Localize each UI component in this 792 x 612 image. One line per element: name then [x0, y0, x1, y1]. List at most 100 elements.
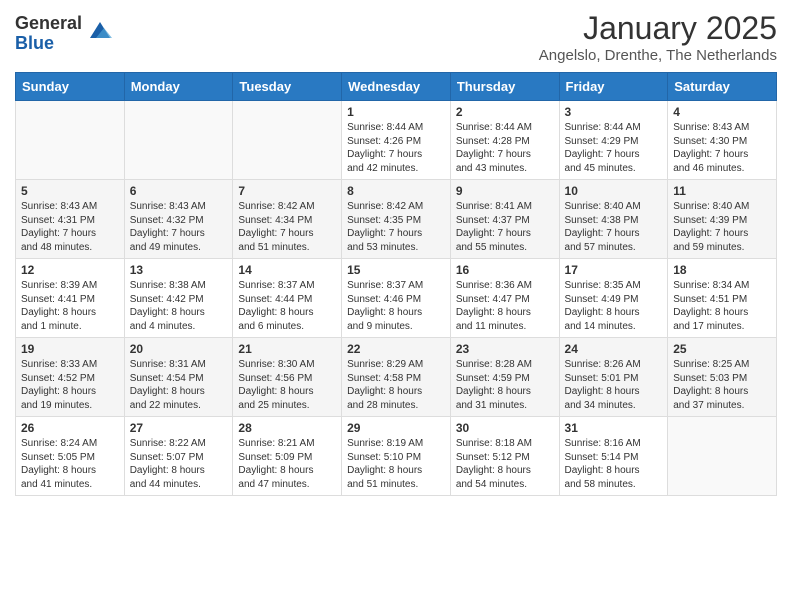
- calendar-cell: 24Sunrise: 8:26 AMSunset: 5:01 PMDayligh…: [559, 338, 668, 417]
- day-number: 18: [673, 263, 771, 277]
- day-info: Sunrise: 8:34 AMSunset: 4:51 PMDaylight:…: [673, 279, 771, 333]
- day-number: 19: [21, 342, 119, 356]
- day-info: Sunrise: 8:24 AMSunset: 5:05 PMDaylight:…: [21, 437, 119, 491]
- calendar-cell: [668, 417, 777, 496]
- day-number: 4: [673, 105, 771, 119]
- logo: General Blue: [15, 14, 114, 54]
- day-info: Sunrise: 8:43 AMSunset: 4:31 PMDaylight:…: [21, 200, 119, 254]
- day-number: 12: [21, 263, 119, 277]
- day-number: 10: [565, 184, 663, 198]
- day-info: Sunrise: 8:35 AMSunset: 4:49 PMDaylight:…: [565, 279, 663, 333]
- weekday-header-row: SundayMondayTuesdayWednesdayThursdayFrid…: [16, 73, 777, 101]
- calendar-cell: 19 Sunrise: 8:33 AMSunset: 4:52 PMDayligh…: [16, 338, 125, 417]
- day-info: Sunrise: 8:41 AMSunset: 4:37 PMDaylight:…: [456, 200, 554, 254]
- calendar-table: SundayMondayTuesdayWednesdayThursdayFrid…: [15, 72, 777, 496]
- calendar-cell: 31 Sunrise: 8:16 AMSunset: 5:14 PMDayligh…: [559, 417, 668, 496]
- calendar-cell: 17 Sunrise: 8:35 AMSunset: 4:49 PMDayligh…: [559, 259, 668, 338]
- calendar-cell: 27 Sunrise: 8:22 AMSunset: 5:07 PMDayligh…: [124, 417, 233, 496]
- calendar-cell: 10 Sunrise: 8:40 AMSunset: 4:38 PMDayligh…: [559, 180, 668, 259]
- day-number: 24: [565, 342, 663, 356]
- day-info: Sunrise: 8:21 AMSunset: 5:09 PMDaylight:…: [238, 437, 336, 491]
- day-number: 8: [347, 184, 445, 198]
- calendar-week-5: 26 Sunrise: 8:24 AMSunset: 5:05 PMDayligh…: [16, 417, 777, 496]
- logo-general-text: General: [15, 14, 82, 34]
- day-number: 11: [673, 184, 771, 198]
- logo-blue-text: Blue: [15, 34, 82, 54]
- calendar-week-3: 12Sunrise: 8:39 AMSunset: 4:41 PMDayligh…: [16, 259, 777, 338]
- day-number: 22: [347, 342, 445, 356]
- calendar-cell: 18 Sunrise: 8:34 AMSunset: 4:51 PMDayligh…: [668, 259, 777, 338]
- day-number: 13: [130, 263, 228, 277]
- day-info: Sunrise: 8:33 AMSunset: 4:52 PMDaylight:…: [21, 358, 119, 412]
- calendar-cell: 12Sunrise: 8:39 AMSunset: 4:41 PMDayligh…: [16, 259, 125, 338]
- day-info: Sunrise: 8:36 AMSunset: 4:47 PMDaylight:…: [456, 279, 554, 333]
- day-info: Sunrise: 8:19 AMSunset: 5:10 PMDaylight:…: [347, 437, 445, 491]
- day-number: 6: [130, 184, 228, 198]
- calendar-week-1: 1 Sunrise: 8:44 AMSunset: 4:26 PMDaylight…: [16, 101, 777, 180]
- day-info: Sunrise: 8:43 AMSunset: 4:32 PMDaylight:…: [130, 200, 228, 254]
- page-header: General Blue January 2025 Angelslo, Dren…: [15, 10, 777, 64]
- calendar-cell: 1 Sunrise: 8:44 AMSunset: 4:26 PMDaylight…: [342, 101, 451, 180]
- calendar-cell: [16, 101, 125, 180]
- weekday-header-tuesday: Tuesday: [233, 73, 342, 101]
- day-info: Sunrise: 8:42 AMSunset: 4:34 PMDaylight:…: [238, 200, 336, 254]
- calendar-cell: 9 Sunrise: 8:41 AMSunset: 4:37 PMDaylight…: [450, 180, 559, 259]
- calendar-cell: 29 Sunrise: 8:19 AMSunset: 5:10 PMDayligh…: [342, 417, 451, 496]
- calendar-cell: 30Sunrise: 8:18 AMSunset: 5:12 PMDayligh…: [450, 417, 559, 496]
- day-number: 5: [21, 184, 119, 198]
- day-info: Sunrise: 8:38 AMSunset: 4:42 PMDaylight:…: [130, 279, 228, 333]
- day-number: 31: [565, 421, 663, 435]
- month-title: January 2025: [539, 10, 777, 47]
- location-title: Angelslo, Drenthe, The Netherlands: [539, 47, 777, 64]
- day-info: Sunrise: 8:25 AMSunset: 5:03 PMDaylight:…: [673, 358, 771, 412]
- calendar-cell: 2 Sunrise: 8:44 AMSunset: 4:28 PMDaylight…: [450, 101, 559, 180]
- weekday-header-thursday: Thursday: [450, 73, 559, 101]
- day-number: 1: [347, 105, 445, 119]
- day-info: Sunrise: 8:40 AMSunset: 4:39 PMDaylight:…: [673, 200, 771, 254]
- calendar-cell: 13 Sunrise: 8:38 AMSunset: 4:42 PMDayligh…: [124, 259, 233, 338]
- day-info: Sunrise: 8:30 AMSunset: 4:56 PMDaylight:…: [238, 358, 336, 412]
- calendar-cell: 11 Sunrise: 8:40 AMSunset: 4:39 PMDayligh…: [668, 180, 777, 259]
- calendar-cell: 23 Sunrise: 8:28 AMSunset: 4:59 PMDayligh…: [450, 338, 559, 417]
- day-number: 27: [130, 421, 228, 435]
- day-info: Sunrise: 8:43 AMSunset: 4:30 PMDaylight:…: [673, 121, 771, 175]
- day-number: 2: [456, 105, 554, 119]
- calendar-week-2: 5 Sunrise: 8:43 AMSunset: 4:31 PMDaylight…: [16, 180, 777, 259]
- weekday-header-friday: Friday: [559, 73, 668, 101]
- weekday-header-wednesday: Wednesday: [342, 73, 451, 101]
- calendar-cell: 4 Sunrise: 8:43 AMSunset: 4:30 PMDaylight…: [668, 101, 777, 180]
- day-number: 28: [238, 421, 336, 435]
- calendar-cell: 22 Sunrise: 8:29 AMSunset: 4:58 PMDayligh…: [342, 338, 451, 417]
- day-number: 23: [456, 342, 554, 356]
- calendar-cell: [233, 101, 342, 180]
- day-number: 20: [130, 342, 228, 356]
- day-info: Sunrise: 8:29 AMSunset: 4:58 PMDaylight:…: [347, 358, 445, 412]
- weekday-header-sunday: Sunday: [16, 73, 125, 101]
- day-info: Sunrise: 8:44 AMSunset: 4:26 PMDaylight:…: [347, 121, 445, 175]
- calendar-cell: 5 Sunrise: 8:43 AMSunset: 4:31 PMDaylight…: [16, 180, 125, 259]
- day-info: Sunrise: 8:28 AMSunset: 4:59 PMDaylight:…: [456, 358, 554, 412]
- day-number: 17: [565, 263, 663, 277]
- day-number: 9: [456, 184, 554, 198]
- calendar-cell: 6 Sunrise: 8:43 AMSunset: 4:32 PMDaylight…: [124, 180, 233, 259]
- weekday-header-saturday: Saturday: [668, 73, 777, 101]
- day-number: 21: [238, 342, 336, 356]
- day-number: 16: [456, 263, 554, 277]
- day-number: 14: [238, 263, 336, 277]
- day-number: 3: [565, 105, 663, 119]
- calendar-cell: 16 Sunrise: 8:36 AMSunset: 4:47 PMDayligh…: [450, 259, 559, 338]
- calendar-cell: 7Sunrise: 8:42 AMSunset: 4:34 PMDaylight…: [233, 180, 342, 259]
- calendar-cell: [124, 101, 233, 180]
- day-number: 15: [347, 263, 445, 277]
- day-number: 26: [21, 421, 119, 435]
- day-info: Sunrise: 8:16 AMSunset: 5:14 PMDaylight:…: [565, 437, 663, 491]
- calendar-week-4: 19 Sunrise: 8:33 AMSunset: 4:52 PMDayligh…: [16, 338, 777, 417]
- day-info: Sunrise: 8:44 AMSunset: 4:29 PMDaylight:…: [565, 121, 663, 175]
- day-info: Sunrise: 8:37 AMSunset: 4:46 PMDaylight:…: [347, 279, 445, 333]
- day-info: Sunrise: 8:44 AMSunset: 4:28 PMDaylight:…: [456, 121, 554, 175]
- calendar-cell: 21 Sunrise: 8:30 AMSunset: 4:56 PMDayligh…: [233, 338, 342, 417]
- calendar-cell: 20Sunrise: 8:31 AMSunset: 4:54 PMDayligh…: [124, 338, 233, 417]
- day-number: 29: [347, 421, 445, 435]
- day-info: Sunrise: 8:40 AMSunset: 4:38 PMDaylight:…: [565, 200, 663, 254]
- day-info: Sunrise: 8:22 AMSunset: 5:07 PMDaylight:…: [130, 437, 228, 491]
